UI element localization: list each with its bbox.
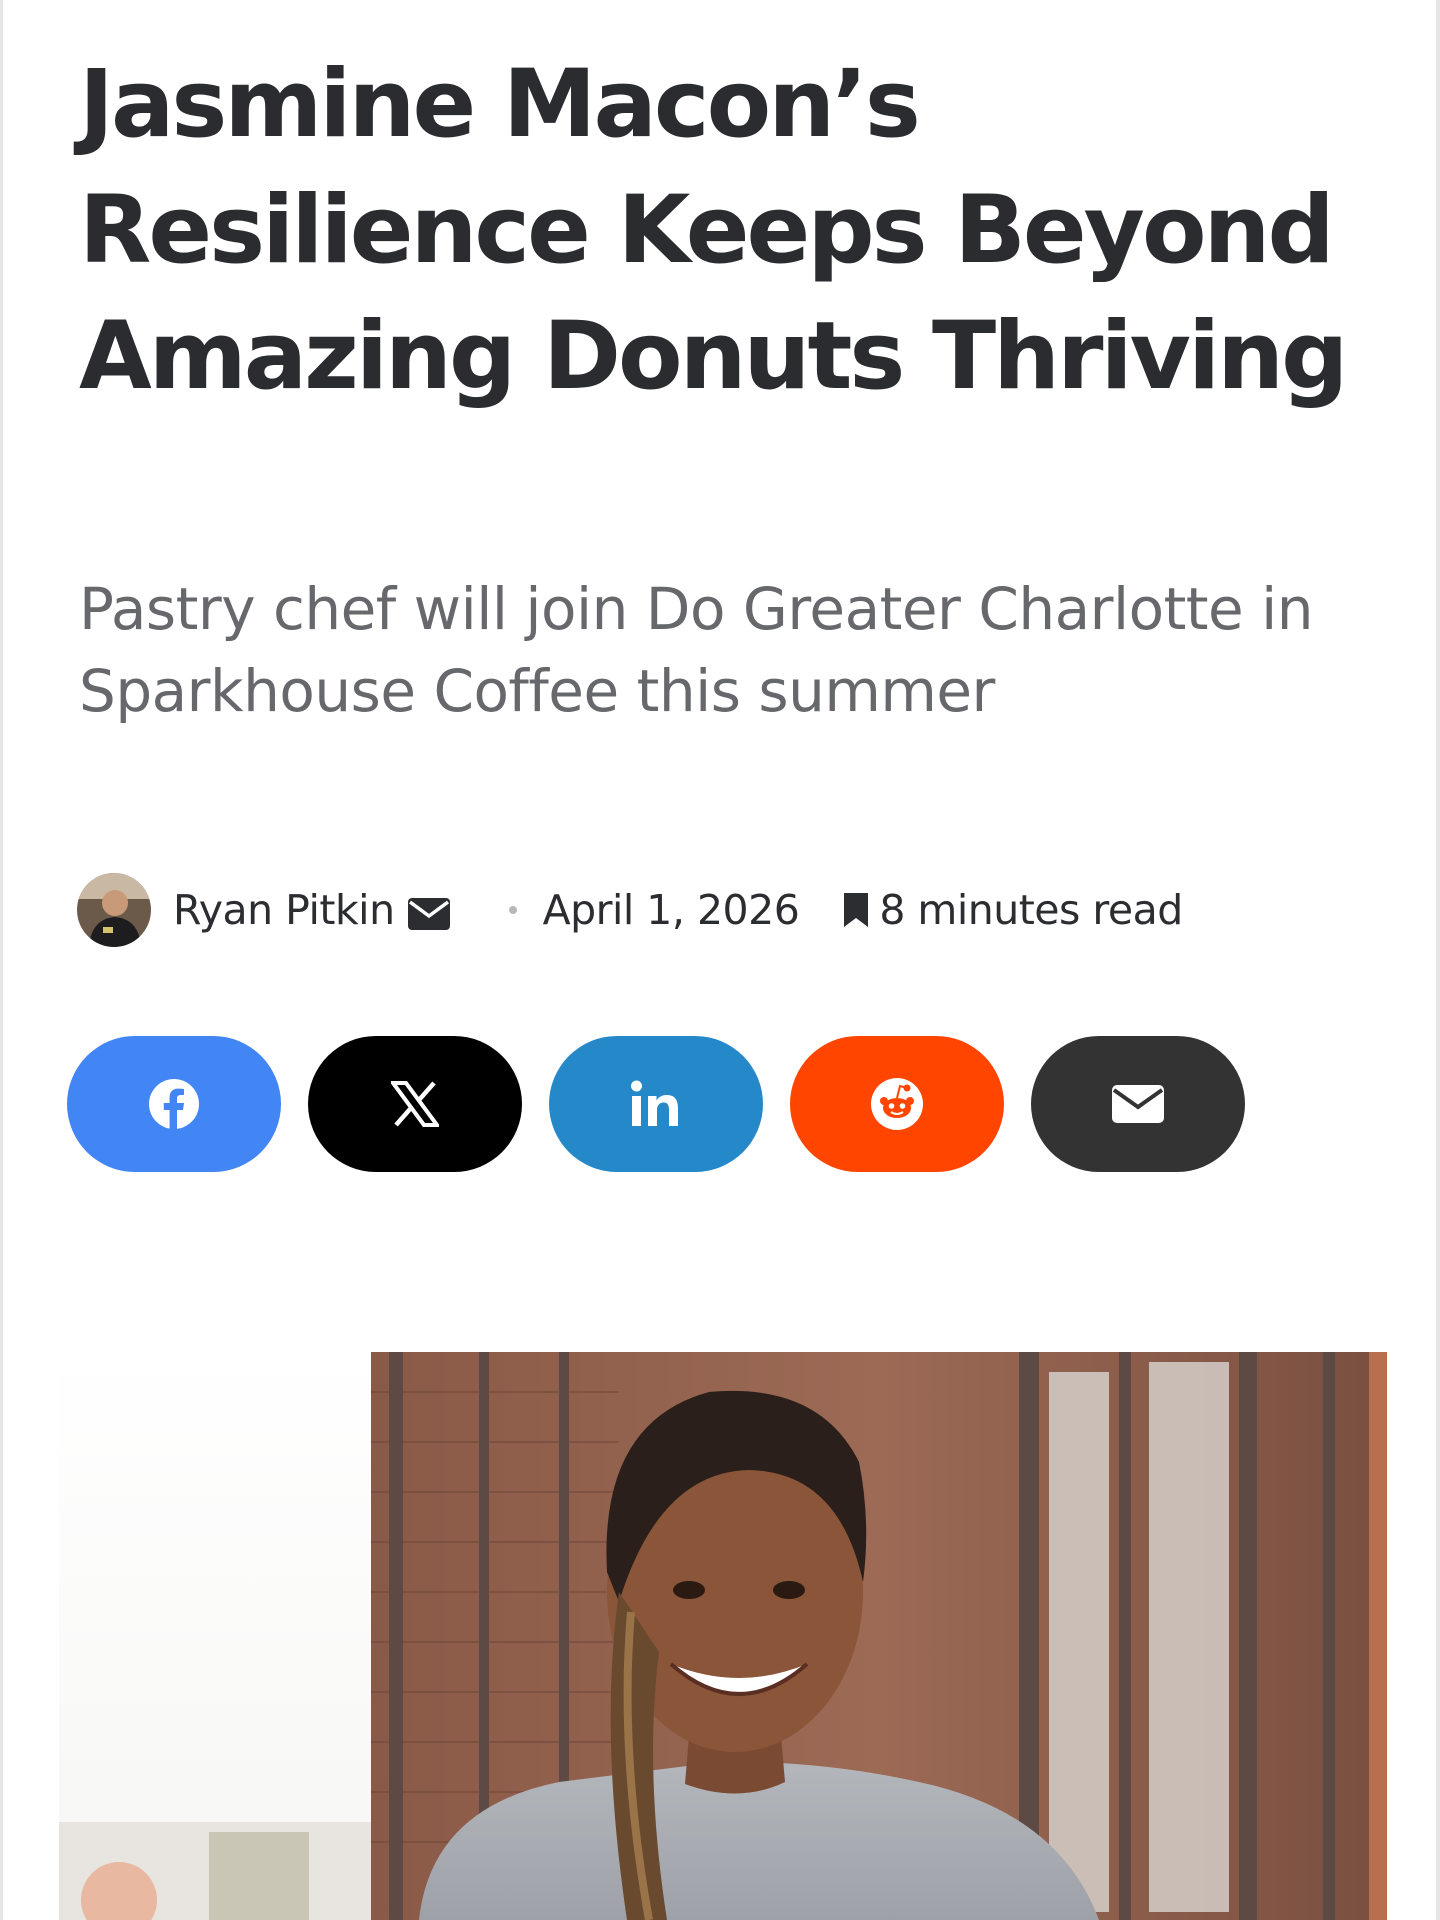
read-time: 8 minutes read	[879, 886, 1183, 934]
article-meta: Ryan Pitkin April 1, 2026 8 minutes read	[77, 872, 1183, 948]
article-feature-photo	[59, 1352, 1387, 1920]
share-facebook-button[interactable]	[67, 1036, 281, 1172]
share-reddit-button[interactable]	[790, 1036, 1004, 1172]
bookmark-icon	[841, 891, 871, 929]
share-email-button[interactable]	[1031, 1036, 1245, 1172]
envelope-icon	[1111, 1084, 1165, 1124]
reddit-icon	[870, 1077, 924, 1131]
article-headline: Jasmine Macon’s Resilience Keeps Beyond …	[79, 50, 1348, 411]
linkedin-icon	[630, 1080, 682, 1128]
article-page: Jasmine Macon’s Resilience Keeps Beyond …	[0, 0, 1440, 1920]
author-name-link[interactable]: Ryan Pitkin	[173, 886, 395, 934]
publish-date: April 1, 2026	[542, 886, 800, 934]
share-bar	[67, 1036, 1245, 1172]
envelope-icon[interactable]	[407, 893, 451, 930]
author-avatar[interactable]	[77, 873, 151, 947]
x-icon	[391, 1081, 439, 1127]
share-x-button[interactable]	[308, 1036, 522, 1172]
facebook-icon	[148, 1078, 200, 1130]
meta-separator-dot	[508, 906, 517, 914]
article-subheadline: Pastry chef will join Do Greater Charlot…	[79, 575, 1314, 725]
share-linkedin-button[interactable]	[549, 1036, 763, 1172]
